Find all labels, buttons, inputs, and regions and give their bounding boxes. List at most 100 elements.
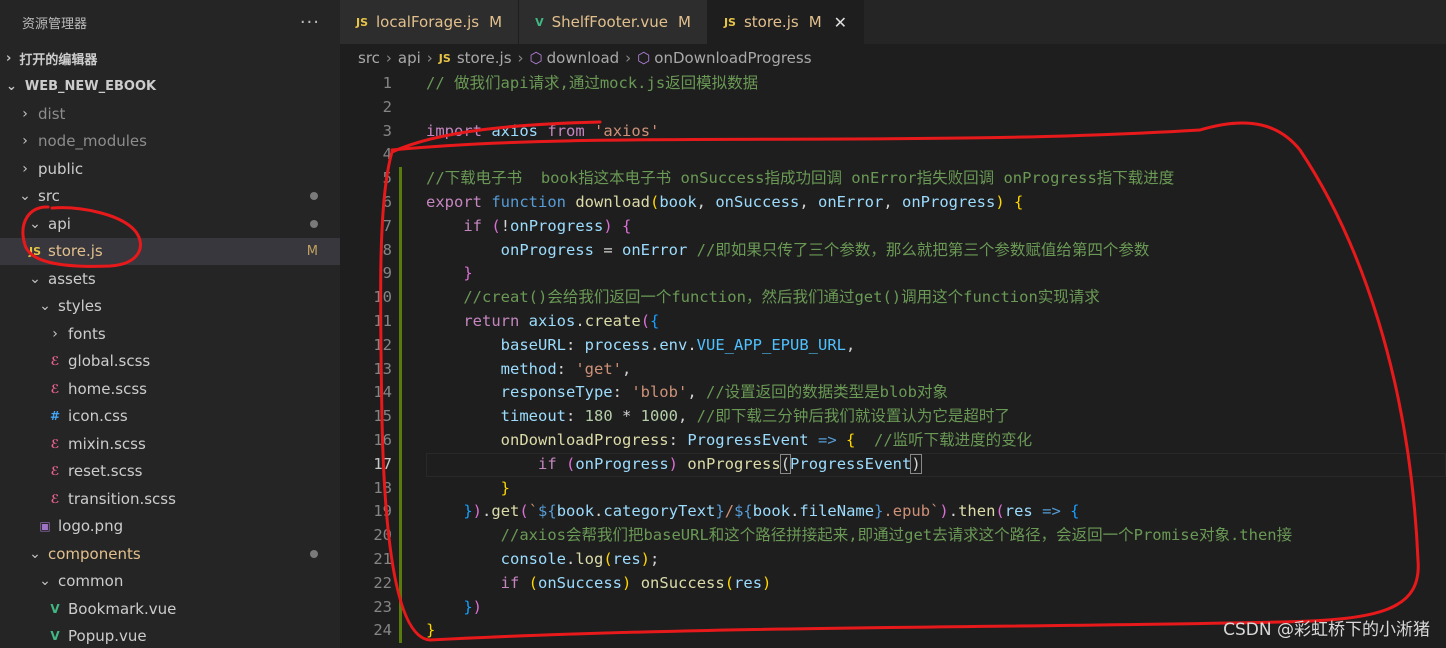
chevron-down-icon: ⌄: [29, 215, 41, 232]
code-text: if (onProgress) onProgress(ProgressEvent…: [426, 453, 922, 477]
code-text: }: [426, 477, 510, 501]
line-number: 17: [373, 454, 392, 473]
code-line[interactable]: 6 export function download(book, onSucces…: [340, 191, 1446, 215]
close-tab-icon[interactable]: ✕: [834, 13, 847, 32]
code-token: get: [491, 502, 520, 521]
tree-item[interactable]: V Popup.vue: [0, 623, 340, 648]
tree-item[interactable]: ℰreset.scss: [0, 458, 340, 486]
code-editor[interactable]: 1// 做我们api请求,通过mock.js返回模拟数据 2 3 import axi…: [340, 72, 1446, 648]
tree-item[interactable]: JS store.js M: [0, 237, 340, 265]
chevron-right-icon: ›: [22, 160, 28, 177]
code-token: book: [752, 502, 791, 521]
code-line[interactable]: 9 }: [340, 262, 1446, 286]
code-token: ): [472, 597, 483, 616]
tree-item[interactable]: › node_modules: [0, 128, 340, 156]
code-line[interactable]: 11 return axios.create({: [340, 310, 1446, 334]
code-token: 'blob': [631, 383, 688, 402]
chevron-right-icon: ›: [52, 325, 58, 342]
workspace-section[interactable]: ⌄ WEB_NEW_EBOOK: [0, 72, 340, 100]
code-line[interactable]: 12 baseURL: process.env.VUE_APP_EPUB_URL…: [340, 334, 1446, 358]
scss-file-icon: ℰ: [50, 491, 60, 506]
line-number: 9: [382, 264, 392, 283]
code-token: 'axios': [594, 121, 660, 140]
chevron-down-icon: ⌄: [29, 270, 41, 287]
tree-item[interactable]: ⌄ components: [0, 540, 340, 568]
code-line[interactable]: 19 }).get(`${book.categoryText}/${book.f…: [340, 500, 1446, 524]
open-editors-section[interactable]: › 打开的编辑器: [0, 44, 340, 72]
code-line[interactable]: 4: [340, 143, 1446, 167]
code-line[interactable]: 10 //creat()会给我们返回一个function，然后我们通过get()…: [340, 286, 1446, 310]
code-line[interactable]: 16 onDownloadProgress: ProgressEvent => …: [340, 429, 1446, 453]
code-line[interactable]: 15 timeout: 180 * 1000, //即下载三分钟后我们就设置认为…: [340, 405, 1446, 429]
code-line[interactable]: 5 //下载电子书 book指这本电子书 onSuccess指成功回调 onErr…: [340, 167, 1446, 191]
code-token: console: [500, 550, 566, 568]
tree-item-label: store.js: [48, 242, 103, 261]
code-token: ,: [622, 359, 632, 378]
tree-item[interactable]: ℰglobal.scss: [0, 348, 340, 376]
tree-item[interactable]: ℰtransition.scss: [0, 485, 340, 513]
tree-item[interactable]: ℰmixin.scss: [0, 430, 340, 458]
breadcrumb-item[interactable]: api: [398, 49, 421, 67]
code-line[interactable]: 8 onProgress = onError //即如果只传了三个参数，那么就把…: [340, 239, 1446, 263]
tree-item-label: common: [58, 572, 124, 591]
code-token: //即下载三分钟后我们就设置认为它是超时了: [696, 407, 1010, 426]
code-line[interactable]: 17 if (onProgress) onProgress(ProgressEv…: [340, 453, 1446, 477]
code-token: from: [547, 121, 585, 140]
code-line[interactable]: 3 import axios from 'axios': [340, 120, 1446, 144]
code-line[interactable]: 7 if (!onProgress) {: [340, 215, 1446, 239]
code-token: .: [649, 335, 660, 354]
code-token: ${: [734, 502, 753, 521]
tree-item[interactable]: ⌄ assets: [0, 265, 340, 293]
editor-tab[interactable]: V ShelfFooter.vue M: [519, 0, 708, 44]
code-token: :: [565, 407, 585, 426]
code-token: (: [491, 216, 501, 235]
chevron-right-icon: ›: [22, 133, 28, 150]
code-line[interactable]: 21 console.log(res);: [340, 548, 1446, 572]
code-text: onDownloadProgress: ProgressEvent => { /…: [426, 429, 1033, 453]
tree-item[interactable]: V Bookmark.vue: [0, 595, 340, 623]
breadcrumb: src › api › JS store.js › ⬡ download › ⬡ onDownload…: [340, 44, 1446, 72]
editor-tab[interactable]: JS localForage.js M: [340, 0, 520, 44]
more-actions-icon[interactable]: ···: [300, 12, 320, 33]
line-number: 14: [373, 383, 392, 402]
tree-item[interactable]: › public: [0, 155, 340, 183]
code-line[interactable]: 18 }: [340, 477, 1446, 501]
breadcrumb-item[interactable]: store.js: [457, 49, 512, 67]
tree-item[interactable]: ℰhome.scss: [0, 375, 340, 403]
tree-item[interactable]: ⌄ common: [0, 568, 340, 596]
code-line[interactable]: 22 if (onSuccess) onSuccess(res): [340, 572, 1446, 596]
tree-item[interactable]: ▣ logo.png: [0, 513, 340, 541]
line-number: 20: [373, 526, 392, 545]
code-line[interactable]: 1 // 做我们api请求,通过mock.js返回模拟数据: [340, 72, 1446, 96]
editor-tab[interactable]: JS store.js M ✕: [707, 0, 865, 44]
tree-item[interactable]: ⌄ api: [0, 210, 340, 238]
code-token: ): [640, 550, 651, 568]
code-line[interactable]: 2: [340, 96, 1446, 120]
tree-item[interactable]: ⌄ styles: [0, 293, 340, 321]
tree-item[interactable]: › fonts: [0, 320, 340, 348]
tree-item[interactable]: ⌄ src: [0, 183, 340, 211]
tree-item[interactable]: › dist: [0, 100, 340, 128]
code-token: //axios会帮我们把baseURL和这个路径拼接起来,即通过get去请求这个…: [500, 526, 1293, 545]
code-line[interactable]: 14 responseType: 'blob', //设置返回的数据类型是blo…: [340, 381, 1446, 405]
code-line[interactable]: 20 //axios会帮我们把baseURL和这个路径拼接起来,即通过get去请…: [340, 524, 1446, 548]
code-text: console.log(res);: [426, 548, 660, 572]
code-token: *: [612, 407, 641, 426]
breadcrumb-item[interactable]: download: [547, 49, 620, 67]
code-token: book: [556, 502, 595, 521]
breadcrumb-item[interactable]: src: [358, 49, 380, 67]
tree-item-label: transition.scss: [68, 489, 176, 508]
code-line[interactable]: 13 method: 'get',: [340, 358, 1446, 382]
code-token: .: [482, 502, 492, 521]
breadcrumb-item[interactable]: onDownloadProgress: [654, 49, 811, 67]
tree-item[interactable]: # icon.css: [0, 403, 340, 431]
scss-file-icon: ℰ: [50, 354, 60, 369]
line-number: 7: [382, 216, 392, 235]
